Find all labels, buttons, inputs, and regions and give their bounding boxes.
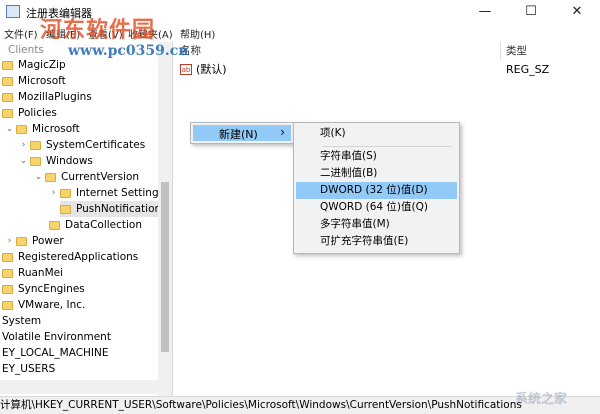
menu-file[interactable]: 文件(F): [4, 26, 38, 41]
tree-item[interactable]: Policies: [2, 105, 57, 121]
folder-icon: [2, 92, 13, 102]
folder-icon: [16, 124, 27, 134]
chevron-right-icon[interactable]: ›: [19, 137, 28, 153]
close-button[interactable]: ✕: [554, 0, 600, 24]
site-watermark-url: www.pc0359.cn: [68, 43, 189, 59]
folder-icon: [2, 300, 13, 310]
tree-item[interactable]: MozillaPlugins: [2, 89, 92, 105]
folder-icon: [60, 204, 71, 214]
folder-icon: [2, 252, 13, 262]
folder-icon: [16, 236, 27, 246]
menu-item-dword-value[interactable]: DWORD (32 位)值(D): [296, 182, 457, 199]
folder-icon: [45, 172, 56, 182]
value-name: (默认): [196, 63, 227, 76]
regedit-app-icon: [6, 5, 20, 18]
table-row[interactable]: ab (默认) REG_SZ: [174, 62, 600, 78]
chevron-down-icon[interactable]: ⌄: [19, 153, 28, 169]
chevron-right-icon[interactable]: ›: [5, 233, 14, 249]
chevron-down-icon[interactable]: ⌄: [5, 121, 14, 137]
corner-watermark-logo: 系统之家: [515, 392, 568, 407]
menu-item-string-value[interactable]: 字符串值(S): [296, 148, 457, 165]
column-separator[interactable]: [500, 42, 501, 60]
site-watermark: 河东软件园: [40, 17, 156, 43]
folder-icon: [2, 284, 13, 294]
tree-item[interactable]: VMware, Inc.: [2, 297, 85, 313]
tree-item[interactable]: › SystemCertificates: [19, 137, 145, 153]
folder-icon: [30, 140, 41, 150]
minimize-button[interactable]: —: [462, 0, 508, 24]
tree-item[interactable]: MagicZip: [2, 57, 66, 73]
chevron-right-icon[interactable]: ›: [49, 185, 58, 201]
menu-item-binary-value[interactable]: 二进制值(B): [296, 165, 457, 182]
menu-item-key[interactable]: 项(K): [296, 125, 457, 142]
tree-item[interactable]: SyncEngines: [2, 281, 85, 297]
tree-horizontal-scrollbar[interactable]: [0, 380, 172, 394]
tree-vertical-scrollbar[interactable]: [158, 42, 172, 396]
tree-item[interactable]: EY_USERS: [2, 361, 55, 377]
folder-icon: [30, 156, 41, 166]
menu-item-qword-value[interactable]: QWORD (64 位)值(Q): [296, 199, 457, 216]
menu-item-expandable-string-value[interactable]: 可扩充字符串值(E): [296, 233, 457, 250]
folder-icon: [2, 108, 13, 118]
scrollbar-thumb[interactable]: [161, 182, 169, 352]
menu-item-multi-string-value[interactable]: 多字符串值(M): [296, 216, 457, 233]
folder-icon: [49, 220, 60, 230]
context-submenu-new: 项(K) 字符串值(S) 二进制值(B) DWORD (32 位)值(D) QW…: [293, 122, 460, 254]
tree-item[interactable]: DataCollection: [49, 217, 142, 233]
tree-item[interactable]: ⌄ CurrentVersion: [34, 169, 139, 185]
registry-tree[interactable]: Clients MagicZip Microsoft MozillaPlugin…: [0, 42, 173, 396]
maximize-button[interactable]: ☐: [508, 0, 554, 24]
tree-item[interactable]: EY_LOCAL_MACHINE: [2, 345, 109, 361]
chevron-down-icon[interactable]: ⌄: [34, 169, 43, 185]
tree-item[interactable]: › Internet Settings: [49, 185, 164, 201]
menu-divider: [322, 146, 452, 147]
tree-item[interactable]: Microsoft: [2, 73, 66, 89]
tree-item[interactable]: Clients: [8, 42, 44, 58]
folder-icon: [60, 188, 71, 198]
tree-item[interactable]: System: [2, 313, 41, 329]
context-menu-new[interactable]: 新建(N) ›: [193, 125, 291, 141]
tree-item-selected[interactable]: PushNotifications: [60, 201, 170, 217]
tree-item[interactable]: RuanMei: [2, 265, 63, 281]
tree-item[interactable]: › Power: [5, 233, 64, 249]
context-menu: 新建(N) ›: [190, 122, 296, 144]
chevron-right-icon: ›: [280, 125, 285, 139]
tree-item[interactable]: Volatile Environment: [2, 329, 111, 345]
column-header-type[interactable]: 类型: [506, 42, 527, 60]
menu-help[interactable]: 帮助(H): [180, 26, 215, 41]
tree-item[interactable]: ⌄ Windows: [19, 153, 93, 169]
folder-icon: [2, 60, 13, 70]
value-type: REG_SZ: [506, 63, 550, 76]
status-bar-path: 计算机\HKEY_CURRENT_USER\Software\Policies\…: [0, 396, 600, 414]
folder-icon: [2, 268, 13, 278]
string-value-icon: ab: [180, 64, 192, 75]
tree-item[interactable]: RegisteredApplications: [2, 249, 138, 265]
folder-icon: [2, 76, 13, 86]
tree-item[interactable]: ⌄ Microsoft: [5, 121, 80, 137]
